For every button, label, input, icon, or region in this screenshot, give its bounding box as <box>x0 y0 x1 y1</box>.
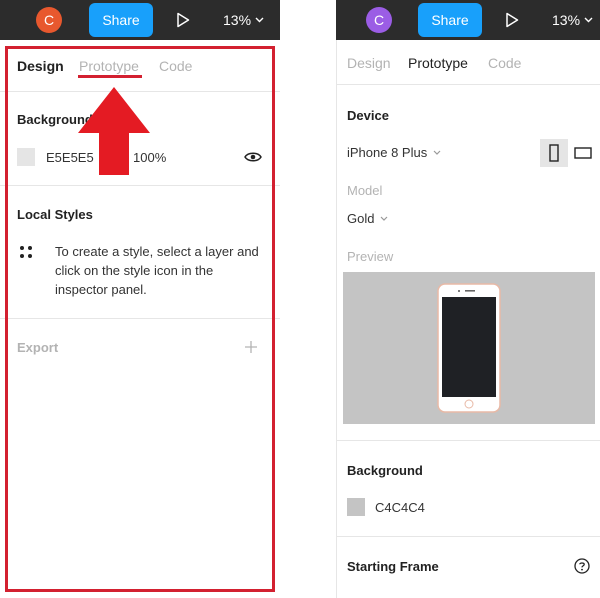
avatar[interactable]: C <box>36 7 62 33</box>
help-icon[interactable] <box>574 558 590 574</box>
toolbar-left: C Share 13% <box>0 0 280 40</box>
divider <box>337 536 600 537</box>
device-preview <box>343 272 595 424</box>
iphone-preview-image <box>437 283 501 413</box>
chevron-down-icon <box>381 216 388 221</box>
chevron-down-icon <box>433 150 441 155</box>
chevron-down-icon <box>584 17 593 23</box>
prototype-tab-underline <box>78 75 142 78</box>
device-selected: iPhone 8 Plus <box>347 145 428 160</box>
tab-design[interactable]: Design <box>347 55 391 71</box>
avatar[interactable]: C <box>366 7 392 33</box>
portrait-icon <box>549 144 559 162</box>
zoom-dropdown[interactable]: 13% <box>223 0 264 40</box>
zoom-dropdown[interactable]: 13% <box>552 0 593 40</box>
play-icon[interactable] <box>505 12 519 28</box>
zoom-value: 13% <box>223 12 252 28</box>
toolbar-right: C Share 13% <box>336 0 600 40</box>
model-selected: Gold <box>347 211 375 226</box>
arrow-up-icon <box>78 87 150 175</box>
background-color-swatch[interactable] <box>347 498 365 516</box>
landscape-icon[interactable] <box>574 147 592 159</box>
background-section-title: Background <box>347 463 423 478</box>
zoom-value: 13% <box>552 12 581 28</box>
device-dropdown[interactable]: iPhone 8 Plus <box>347 145 441 160</box>
play-icon[interactable] <box>176 12 190 28</box>
model-label: Model <box>347 183 383 198</box>
device-section-title: Device <box>347 108 389 123</box>
prototype-panel: Design Prototype Code Device iPhone 8 Pl… <box>336 40 600 598</box>
starting-frame-title: Starting Frame <box>347 559 439 574</box>
background-color-hex[interactable]: C4C4C4 <box>375 500 425 515</box>
divider <box>337 84 600 85</box>
chevron-down-icon <box>255 17 264 23</box>
divider <box>337 440 600 441</box>
tab-code[interactable]: Code <box>488 55 521 71</box>
preview-label: Preview <box>347 249 394 264</box>
share-button[interactable]: Share <box>418 3 482 37</box>
model-dropdown[interactable]: Gold <box>347 211 388 226</box>
portrait-orientation-button[interactable] <box>540 139 568 167</box>
share-button[interactable]: Share <box>89 3 153 37</box>
tab-prototype[interactable]: Prototype <box>408 55 468 71</box>
